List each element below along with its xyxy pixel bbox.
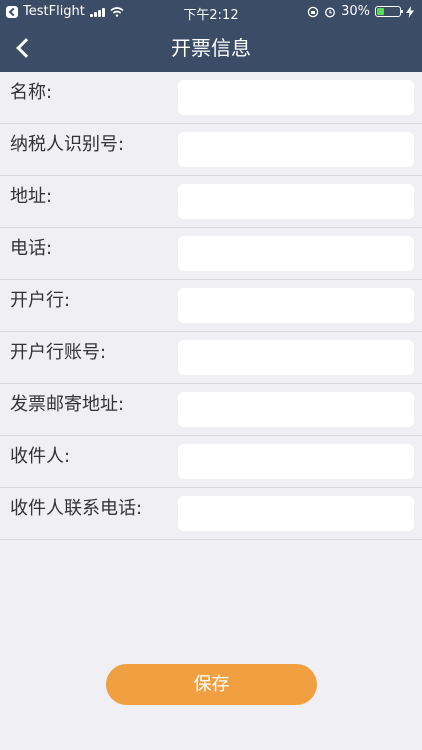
back-button[interactable] bbox=[10, 34, 38, 62]
back-to-app-icon[interactable] bbox=[6, 5, 18, 18]
recipient-label: 收件人: bbox=[10, 446, 71, 467]
charging-bolt-icon bbox=[406, 5, 414, 18]
bank-label: 开户行: bbox=[10, 290, 71, 311]
form-row-address: 地址: bbox=[0, 176, 422, 228]
status-left: TestFlight bbox=[6, 4, 124, 19]
wifi-icon bbox=[110, 6, 124, 17]
carrier-label: TestFlight bbox=[23, 4, 85, 19]
form-row-bank: 开户行: bbox=[0, 280, 422, 332]
form-row-phone: 电话: bbox=[0, 228, 422, 280]
signal-icon bbox=[89, 7, 105, 17]
recipient-input[interactable] bbox=[178, 444, 414, 479]
status-right: 30% bbox=[307, 4, 414, 19]
invoice-form: 名称: 纳税人识别号: 地址: 电话: 开户行: 开户行账号: 发票邮寄地址: … bbox=[0, 72, 422, 540]
alarm-icon bbox=[325, 7, 336, 17]
rotation-lock-icon bbox=[307, 6, 319, 17]
tax-id-label: 纳税人识别号: bbox=[10, 134, 125, 155]
mailing-address-label: 发票邮寄地址: bbox=[10, 394, 125, 415]
navigation-bar: 开票信息 bbox=[0, 24, 422, 72]
address-label: 地址: bbox=[10, 186, 53, 207]
form-row-tax-id: 纳税人识别号: bbox=[0, 124, 422, 176]
phone-label: 电话: bbox=[10, 238, 53, 259]
save-button[interactable]: 保存 bbox=[106, 664, 317, 705]
phone-input[interactable] bbox=[178, 236, 414, 271]
battery-percent: 30% bbox=[341, 4, 370, 19]
mailing-address-input[interactable] bbox=[178, 392, 414, 427]
name-label: 名称: bbox=[10, 82, 53, 103]
form-row-bank-account: 开户行账号: bbox=[0, 332, 422, 384]
status-bar: TestFlight 下午2:12 30% bbox=[0, 0, 422, 24]
bank-account-input[interactable] bbox=[178, 340, 414, 375]
form-row-recipient-phone: 收件人联系电话: bbox=[0, 488, 422, 540]
header: TestFlight 下午2:12 30% 开票信息 bbox=[0, 0, 422, 72]
tax-id-input[interactable] bbox=[178, 132, 414, 167]
recipient-phone-label: 收件人联系电话: bbox=[10, 498, 143, 519]
address-input[interactable] bbox=[178, 184, 414, 219]
form-row-recipient: 收件人: bbox=[0, 436, 422, 488]
battery-icon bbox=[375, 6, 403, 17]
form-row-mailing-address: 发票邮寄地址: bbox=[0, 384, 422, 436]
form-row-name: 名称: bbox=[0, 72, 422, 124]
status-time: 下午2:12 bbox=[183, 8, 239, 23]
page-title: 开票信息 bbox=[171, 36, 251, 60]
bank-account-label: 开户行账号: bbox=[10, 342, 107, 363]
recipient-phone-input[interactable] bbox=[178, 496, 414, 531]
name-input[interactable] bbox=[178, 80, 414, 115]
bank-input[interactable] bbox=[178, 288, 414, 323]
